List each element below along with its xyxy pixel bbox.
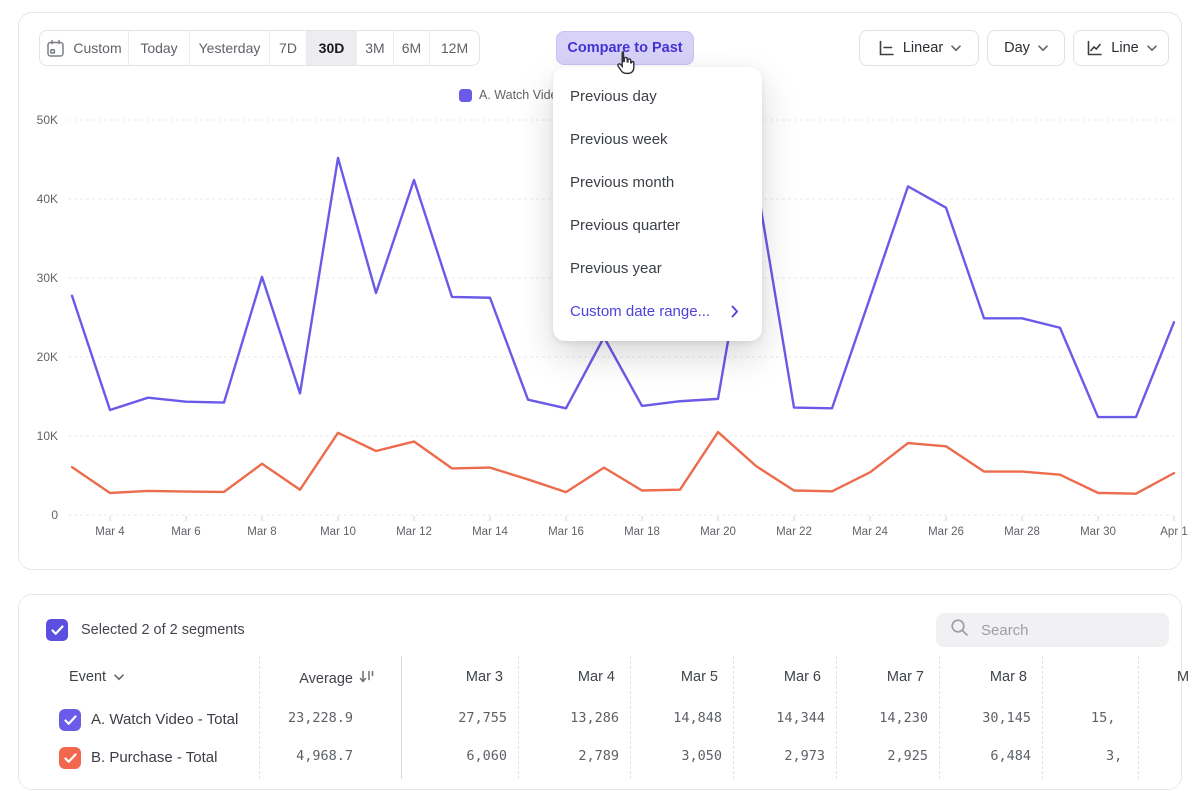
chevron-down-icon <box>114 669 124 685</box>
cell-value: 6,484 <box>931 748 1031 764</box>
menu-item-previous-quarter[interactable]: Previous quarter <box>553 204 762 247</box>
interval-dropdown-label: Day <box>1004 40 1030 56</box>
menu-item-label: Previous week <box>570 131 668 148</box>
search-icon <box>950 618 969 642</box>
select-all-checkbox[interactable] <box>46 619 68 641</box>
chevron-right-icon <box>731 305 740 318</box>
line-chart-icon <box>1085 39 1103 57</box>
date-preset-label: Custom <box>73 40 121 56</box>
date-preset-label: 7D <box>279 40 297 56</box>
column-header-average[interactable]: Average <box>219 669 375 688</box>
date-preset-custom[interactable]: Custom <box>40 31 129 65</box>
legend-label: A. Watch Video <box>479 88 564 102</box>
chevron-down-icon <box>951 40 961 56</box>
scale-dropdown-label: Linear <box>903 40 943 56</box>
date-range-picker: Custom Today Yesterday 7D 30D 3M 6M 12M <box>39 30 480 66</box>
scale-dropdown-button[interactable]: Linear <box>859 30 979 66</box>
row-checkbox-watch-video[interactable] <box>59 709 81 731</box>
menu-item-custom-date-range[interactable]: Custom date range... <box>553 290 762 333</box>
row-checkbox-purchase[interactable] <box>59 747 81 769</box>
legend-item-watch-video[interactable]: A. Watch Video <box>459 88 564 102</box>
column-divider <box>1042 656 1043 779</box>
date-preset-label: 30D <box>319 40 345 56</box>
cell-value: 14,848 <box>622 710 722 726</box>
menu-item-label: Previous month <box>570 174 674 191</box>
menu-item-label: Custom date range... <box>570 303 710 320</box>
cell-value: 2,973 <box>725 748 825 764</box>
menu-item-label: Previous quarter <box>570 217 680 234</box>
interval-dropdown-button[interactable]: Day <box>987 30 1065 66</box>
cell-average: 23,228.9 <box>219 710 353 726</box>
date-preset-7d[interactable]: 7D <box>270 31 307 65</box>
menu-item-previous-day[interactable]: Previous day <box>553 75 762 118</box>
column-header-mar-8[interactable]: Mar 8 <box>937 669 1027 685</box>
compare-to-past-label: Compare to Past <box>567 40 682 56</box>
date-preset-label: 6M <box>402 40 421 56</box>
insights-dashboard: Custom Today Yesterday 7D 30D 3M 6M 12M Compare… <box>0 0 1200 802</box>
check-icon <box>64 753 77 764</box>
cell-value: 14,230 <box>828 710 928 726</box>
date-preset-label: Today <box>140 40 177 56</box>
date-preset-label: 3M <box>365 40 384 56</box>
menu-item-previous-year[interactable]: Previous year <box>553 247 762 290</box>
column-header-mar-7[interactable]: Mar 7 <box>834 669 924 685</box>
date-preset-6m[interactable]: 6M <box>394 31 430 65</box>
date-preset-3m[interactable]: 3M <box>357 31 394 65</box>
date-preset-12m[interactable]: 12M <box>430 31 479 65</box>
date-preset-today[interactable]: Today <box>129 31 190 65</box>
axis-linear-icon <box>877 39 895 57</box>
compare-menu: Previous day Previous week Previous month P… <box>553 67 762 341</box>
chevron-down-icon <box>1147 40 1157 56</box>
column-header-mar-4[interactable]: Mar 4 <box>525 669 615 685</box>
chart-type-dropdown-button[interactable]: Line <box>1073 30 1169 66</box>
column-header-mar-3[interactable]: Mar 3 <box>413 669 503 685</box>
search-input[interactable]: Search <box>936 613 1169 647</box>
cell-value: 6,060 <box>407 748 507 764</box>
cell-average: 4,968.7 <box>219 748 353 764</box>
segments-table-panel: Selected 2 of 2 segments Search Event Ave… <box>18 594 1182 790</box>
column-header-mar-6[interactable]: Mar 6 <box>731 669 821 685</box>
column-header-label: Average <box>299 671 353 687</box>
check-icon <box>51 625 64 636</box>
column-header-clipped[interactable]: M <box>1177 669 1200 685</box>
compare-to-past-button[interactable]: Compare to Past <box>556 31 694 65</box>
column-header-label: Event <box>69 669 106 685</box>
cell-value: 13,286 <box>519 710 619 726</box>
menu-item-previous-week[interactable]: Previous week <box>553 118 762 161</box>
menu-item-previous-month[interactable]: Previous month <box>553 161 762 204</box>
cell-value: 2,925 <box>828 748 928 764</box>
date-preset-label: Yesterday <box>199 40 261 56</box>
segments-summary-label: Selected 2 of 2 segments <box>81 622 245 638</box>
cell-value-clipped: 15, <box>1091 710 1151 726</box>
search-placeholder: Search <box>981 622 1029 639</box>
menu-item-label: Previous day <box>570 88 657 105</box>
cell-value: 2,789 <box>519 748 619 764</box>
column-header-mar-5[interactable]: Mar 5 <box>628 669 718 685</box>
legend-swatch-icon <box>459 89 472 102</box>
cell-value: 27,755 <box>407 710 507 726</box>
date-preset-yesterday[interactable]: Yesterday <box>190 31 270 65</box>
column-header-event[interactable]: Event <box>69 669 124 685</box>
calendar-icon <box>46 39 65 58</box>
cell-value: 30,145 <box>931 710 1031 726</box>
menu-item-label: Previous year <box>570 260 662 277</box>
column-divider <box>401 656 402 779</box>
date-preset-label: 12M <box>441 40 468 56</box>
cell-value: 14,344 <box>725 710 825 726</box>
segments-summary: Selected 2 of 2 segments <box>46 619 245 641</box>
sort-descending-icon <box>359 669 375 688</box>
cell-value-clipped: 3, <box>1106 748 1166 764</box>
cell-value: 3,050 <box>622 748 722 764</box>
chart-type-dropdown-label: Line <box>1111 40 1138 56</box>
check-icon <box>64 715 77 726</box>
chevron-down-icon <box>1038 40 1048 56</box>
date-preset-30d[interactable]: 30D <box>307 31 357 65</box>
